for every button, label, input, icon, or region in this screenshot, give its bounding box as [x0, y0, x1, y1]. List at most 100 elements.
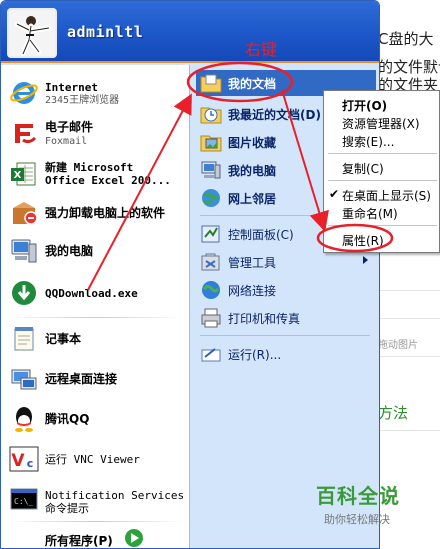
svg-text:c: c	[27, 457, 34, 470]
program-internet[interactable]: Internet 2345王牌浏览器	[1, 73, 189, 113]
place-label: 网上邻居	[228, 192, 277, 206]
menu-item-label: 属性(R)	[342, 234, 384, 248]
run-icon	[201, 348, 221, 362]
notepad-icon	[14, 327, 34, 351]
program-title: 新建 Microsoft	[45, 161, 134, 174]
watermark-logo: 百科全说 助你轻松解决	[316, 480, 406, 527]
program-title: 记事本	[45, 332, 82, 346]
start-menu: adminltl Internet 2345王牌浏览器 电子邮件 Foxmail	[0, 0, 380, 549]
program-remote-desktop[interactable]: 远程桌面连接	[1, 361, 189, 397]
watermark-subtitle: 助你轻松解决	[324, 513, 390, 526]
place-label: 我的文档	[228, 77, 277, 91]
program-title: 腾讯QQ	[45, 412, 90, 426]
cmd-icon: C:\_	[10, 488, 38, 510]
karate-avatar-icon	[9, 10, 55, 56]
separator	[328, 180, 437, 181]
program-vnc[interactable]: V c 运行 VNC Viewer	[1, 441, 189, 477]
program-title: 电子邮件	[45, 120, 94, 134]
pinned-programs: Internet 2345王牌浏览器 电子邮件 Foxmail X 新建 Mic…	[1, 65, 189, 548]
place-label: 我最近的文档(D)	[228, 108, 321, 122]
menu-item-properties[interactable]: 属性(R)	[326, 229, 439, 249]
watermark-title: 百科全说	[316, 484, 400, 508]
username: adminltl	[67, 23, 144, 41]
svg-text:X: X	[14, 170, 22, 181]
program-subtitle: 2345王牌浏览器	[45, 95, 120, 106]
computer-icon	[11, 239, 37, 263]
program-title: 运行 VNC Viewer	[45, 453, 140, 466]
my-computer-icon	[201, 161, 221, 179]
program-excel[interactable]: X 新建 Microsoft Office Excel 200...	[1, 155, 189, 195]
svg-text:C:\_: C:\_	[14, 497, 33, 506]
bg-grid-line	[376, 290, 440, 291]
program-uninstall[interactable]: 强力卸载电脑上的软件	[1, 195, 189, 231]
checkmark-icon: ✔	[329, 187, 340, 201]
vnc-icon: V c	[9, 446, 39, 472]
place-run[interactable]: 运行(R)...	[196, 341, 376, 367]
submenu-arrow-icon	[363, 256, 368, 264]
recent-docs-icon	[200, 107, 222, 124]
remote-desktop-icon	[11, 369, 37, 390]
menu-item-search[interactable]: 搜索(E)...	[326, 130, 439, 150]
all-programs-arrow-icon[interactable]	[125, 529, 143, 547]
annotation-label: 右键	[245, 40, 278, 59]
bg-grid-line	[376, 430, 440, 431]
menu-item-open[interactable]: 打开(O)	[326, 94, 439, 114]
program-qq[interactable]: 腾讯QQ	[1, 401, 189, 437]
menu-item-copy[interactable]: 复制(C)	[326, 157, 439, 177]
program-qqdownload[interactable]: QQDownload.exe	[1, 275, 189, 311]
place-label: 运行(R)...	[228, 348, 282, 362]
my-documents-icon	[200, 74, 222, 93]
separator	[328, 225, 437, 226]
network-icon	[202, 189, 220, 207]
excel-icon: X	[11, 162, 36, 186]
place-label: 图片收藏	[228, 136, 277, 150]
menu-item-label: 搜索(E)...	[342, 135, 395, 149]
background-page: C盘的大 的文件默认 的文件夹 拖动图片 方法	[376, 0, 440, 549]
program-title: 我的电脑	[45, 244, 94, 258]
menu-item-label: 复制(C)	[342, 162, 384, 176]
bg-text-line: 方法	[378, 404, 409, 422]
admin-tools-icon	[201, 253, 220, 271]
place-label: 我的电脑	[228, 164, 277, 178]
bg-text-line: 拖动图片	[378, 340, 418, 351]
program-title: Notification Services	[45, 489, 185, 502]
bg-grid-line	[376, 318, 440, 319]
user-avatar[interactable]	[7, 8, 57, 58]
separator	[7, 521, 183, 522]
separator	[200, 335, 370, 336]
program-subtitle: Office Excel 200...	[45, 174, 171, 187]
program-title: Internet	[45, 81, 98, 94]
all-programs-button[interactable]: 所有程序(P)	[45, 532, 113, 548]
foxmail-icon	[15, 124, 37, 144]
place-network-connections[interactable]: 网络连接	[196, 277, 376, 303]
program-subtitle: Foxmail	[45, 136, 88, 147]
place-label: 网络连接	[228, 284, 277, 298]
place-label: 控制面板(C)	[228, 228, 294, 242]
program-notification-services[interactable]: C:\_ Notification Services 命令提示	[1, 479, 189, 519]
place-label: 管理工具	[228, 256, 277, 270]
program-email[interactable]: 电子邮件 Foxmail	[1, 113, 189, 153]
network-connections-icon	[202, 281, 220, 299]
uninstall-icon	[13, 202, 38, 225]
context-menu: 打开(O) 资源管理器(X) 搜索(E)... 复制(C) ✔ 在桌面上显示(S…	[323, 90, 440, 253]
qqdownload-icon	[12, 281, 36, 305]
separator	[7, 317, 183, 318]
program-title: QQDownload.exe	[45, 287, 138, 300]
bg-text-line: C盘的大	[378, 30, 434, 48]
control-panel-icon	[201, 225, 220, 243]
menu-item-show-on-desktop[interactable]: ✔ 在桌面上显示(S)	[326, 184, 439, 204]
pictures-icon	[200, 135, 222, 152]
separator	[328, 153, 437, 154]
menu-item-rename[interactable]: 重命名(M)	[326, 202, 439, 222]
printer-icon	[201, 308, 221, 328]
svg-text:V: V	[11, 451, 25, 471]
menu-item-label: 重命名(M)	[342, 207, 398, 221]
program-my-computer[interactable]: 我的电脑	[1, 233, 189, 269]
program-notepad[interactable]: 记事本	[1, 321, 189, 357]
menu-item-explorer[interactable]: 资源管理器(X)	[326, 112, 439, 132]
program-title: 强力卸载电脑上的软件	[45, 206, 166, 220]
place-printers[interactable]: 打印机和传真	[196, 305, 376, 331]
program-subtitle: 命令提示	[45, 502, 89, 515]
bg-grid-line	[376, 356, 440, 357]
place-label: 打印机和传真	[228, 312, 301, 326]
